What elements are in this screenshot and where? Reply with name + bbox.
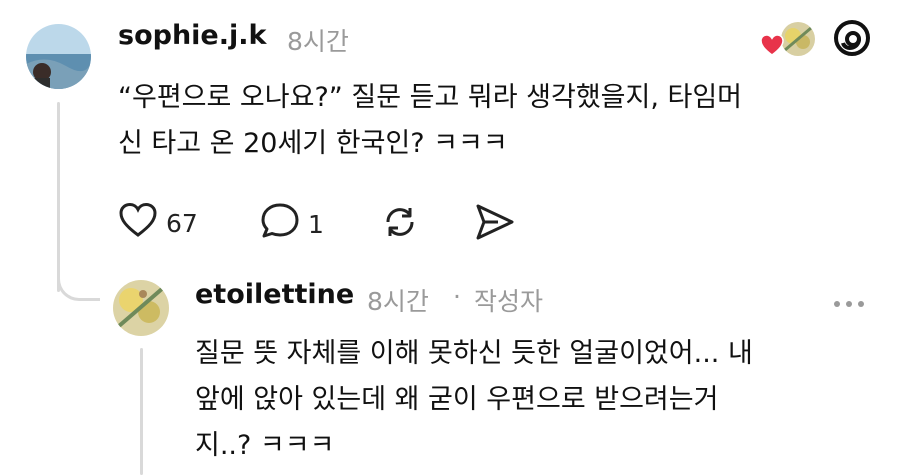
more-options-icon[interactable] (828, 292, 874, 307)
like-button[interactable]: 67 (118, 202, 198, 244)
reply-text-line-3: 지..? ㅋㅋㅋ (195, 430, 335, 461)
post-text-line-2: 신 타고 온 20세기 한국인? ㅋㅋㅋ (118, 128, 508, 159)
meta-separator: · (453, 282, 461, 311)
reply-avatar[interactable] (113, 280, 169, 336)
reply-count: 1 (308, 209, 324, 239)
thread-line-connector (57, 262, 100, 301)
liked-by-avatar[interactable] (779, 20, 817, 58)
heart-icon (118, 202, 158, 244)
author-badge: 작성자 (474, 287, 544, 316)
repost-icon (380, 208, 420, 246)
threads-logo-icon[interactable] (833, 19, 871, 61)
reply-text-line-2: 앞에 앉아 있는데 왜 굳이 우편으로 받으려는거 (195, 384, 719, 415)
share-button[interactable] (472, 202, 516, 246)
repost-button[interactable] (380, 202, 420, 246)
post-timestamp: 8시간 (287, 27, 349, 56)
post-username[interactable]: sophie.j.k (118, 20, 266, 51)
liked-by-heart-icon (760, 34, 784, 60)
post-avatar[interactable] (26, 24, 91, 89)
like-count: 67 (166, 208, 198, 238)
comment-icon (260, 202, 300, 246)
post-text-line-1: “우편으로 오나요?” 질문 듣고 뭐라 생각했을지, 타임머 (118, 82, 743, 113)
comment-button[interactable]: 1 (260, 202, 324, 246)
reply-timestamp: 8시간 (367, 287, 429, 316)
reply-thread-line (140, 348, 143, 475)
share-icon (472, 204, 516, 246)
reply-text-line-1: 질문 뜻 자체를 이해 못하신 듯한 얼굴이었어... 내 (195, 338, 753, 369)
reply-username[interactable]: etoilettine (195, 279, 354, 310)
